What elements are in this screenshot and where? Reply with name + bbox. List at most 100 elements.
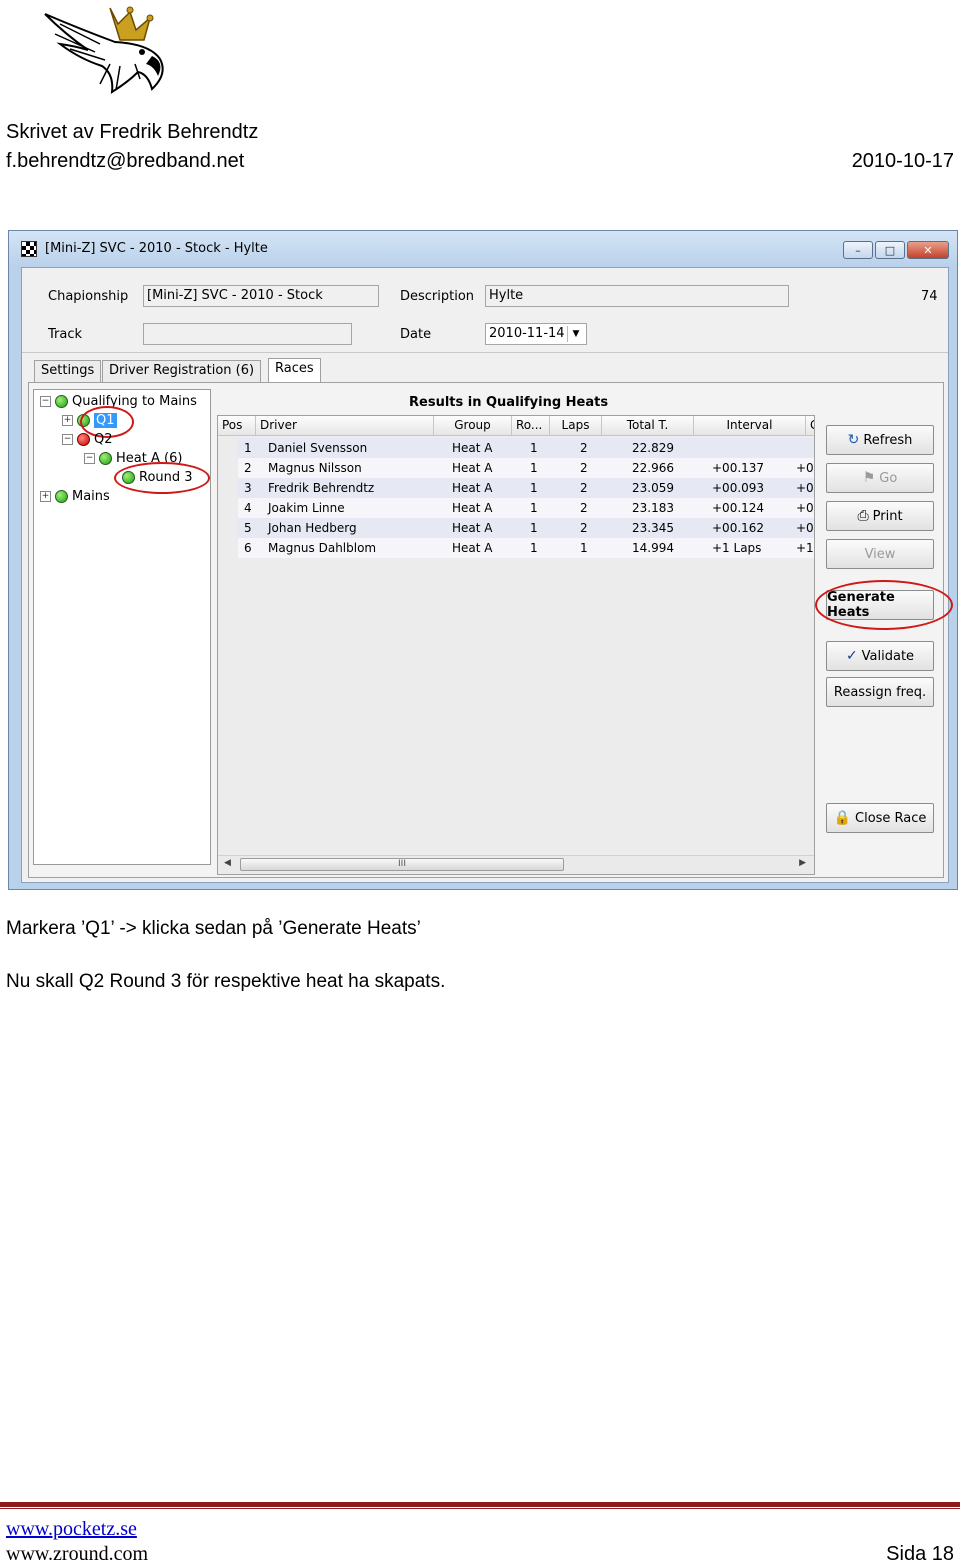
- cell-laps: 2: [580, 521, 588, 535]
- cell-laps: 2: [580, 501, 588, 515]
- maximize-button[interactable]: □: [875, 241, 905, 259]
- status-green-icon: [55, 490, 68, 503]
- go-label: Go: [879, 470, 898, 486]
- cell-laps: 2: [580, 481, 588, 495]
- championship-field[interactable]: [Mini-Z] SVC - 2010 - Stock: [143, 285, 379, 307]
- cell-laps: 2: [580, 441, 588, 455]
- table-row[interactable]: 1 Daniel Svensson Heat A 1 2 22.829: [238, 438, 814, 458]
- column-header-laps[interactable]: Laps: [550, 416, 602, 436]
- date-picker[interactable]: 2010-11-14 ▼: [485, 323, 587, 345]
- reassign-freq-label: Reassign freq.: [833, 684, 927, 700]
- validate-button[interactable]: ✓ Validate: [826, 641, 934, 671]
- checkmark-icon: ✓: [845, 648, 858, 664]
- collapse-icon[interactable]: −: [84, 453, 95, 464]
- cell-group: Heat A: [452, 441, 493, 455]
- column-header-round[interactable]: Ro...: [512, 416, 550, 436]
- cell-round: 1: [530, 481, 538, 495]
- column-header-pos[interactable]: Pos: [218, 416, 256, 436]
- cell-laps: 1: [580, 541, 588, 555]
- print-button[interactable]: ⎙ Print: [826, 501, 934, 531]
- expand-icon[interactable]: +: [62, 415, 73, 426]
- results-grid: Pos Driver Group Ro... Laps Total T. Int…: [217, 415, 815, 875]
- tree-node-q2[interactable]: − Q2: [62, 432, 113, 447]
- cell-interval: +1 Laps: [712, 541, 762, 555]
- column-header-gap[interactable]: G: [806, 416, 814, 436]
- cell-pos: 1: [244, 441, 252, 455]
- table-row[interactable]: 5 Johan Hedberg Heat A 1 2 23.345 +00.162 +00: [238, 518, 814, 538]
- column-header-driver[interactable]: Driver: [256, 416, 434, 436]
- table-row[interactable]: 6 Magnus Dahlblom Heat A 1 1 14.994 +1 Laps +1: [238, 538, 814, 558]
- race-tree: − Qualifying to Mains + Q1 − Q2 − Heat A…: [33, 389, 211, 865]
- column-header-group[interactable]: Group: [434, 416, 512, 436]
- print-label: Print: [872, 508, 903, 524]
- application-window: [Mini-Z] SVC - 2010 - Stock - Hylte – □ …: [8, 230, 958, 890]
- scroll-right-icon[interactable]: ▶: [799, 858, 806, 868]
- table-row[interactable]: 4 Joakim Linne Heat A 1 2 23.183 +00.124 +00: [238, 498, 814, 518]
- highlight-ring-generate-heats: [815, 580, 953, 630]
- dropdown-arrow-icon[interactable]: ▼: [567, 326, 584, 342]
- expand-icon[interactable]: +: [40, 491, 51, 502]
- cell-group: Heat A: [452, 481, 493, 495]
- table-row[interactable]: 2 Magnus Nilsson Heat A 1 2 22.966 +00.137 +00: [238, 458, 814, 478]
- reassign-freq-button[interactable]: Reassign freq.: [826, 677, 934, 707]
- cell-pos: 5: [244, 521, 252, 535]
- cell-total-time: 22.829: [632, 441, 674, 455]
- status-green-icon: [99, 452, 112, 465]
- cell-pos: 4: [244, 501, 252, 515]
- tab-races[interactable]: Races: [268, 358, 321, 383]
- track-field[interactable]: [143, 323, 352, 345]
- refresh-button[interactable]: ↻ Refresh: [826, 425, 934, 455]
- cell-total-time: 23.059: [632, 481, 674, 495]
- checkered-flag-icon: [21, 241, 37, 257]
- cell-interval: +00.162: [712, 521, 765, 535]
- window-title: [Mini-Z] SVC - 2010 - Stock - Hylte: [45, 241, 268, 256]
- footer-rule: [0, 1502, 960, 1507]
- printer-icon: ⎙: [857, 508, 869, 524]
- close-race-button[interactable]: 🔒 Close Race: [826, 803, 934, 833]
- cell-pos: 6: [244, 541, 252, 555]
- cell-driver: Magnus Dahlblom: [268, 541, 377, 555]
- scrollbar-thumb[interactable]: III: [240, 858, 564, 871]
- column-header-interval[interactable]: Interval: [694, 416, 806, 436]
- cell-gap: +00: [796, 481, 814, 495]
- cell-total-time: 22.966: [632, 461, 674, 475]
- cell-interval: +00.137: [712, 461, 765, 475]
- view-button[interactable]: View: [826, 539, 934, 569]
- results-title: Results in Qualifying Heats: [409, 395, 609, 410]
- close-window-button[interactable]: ✕: [907, 241, 949, 259]
- refresh-label: Refresh: [863, 432, 913, 448]
- cell-driver: Fredrik Behrendtz: [268, 481, 375, 495]
- cell-group: Heat A: [452, 521, 493, 535]
- column-header-total-time[interactable]: Total T.: [602, 416, 694, 436]
- cell-interval: +00.093: [712, 481, 765, 495]
- tree-label-qualifying: Qualifying to Mains: [72, 394, 197, 409]
- tab-settings[interactable]: Settings: [34, 360, 102, 382]
- tree-label-q2: Q2: [94, 432, 113, 447]
- page-number: Sida 18: [886, 1543, 954, 1565]
- table-row[interactable]: 3 Fredrik Behrendtz Heat A 1 2 23.059 +00.093 +…: [238, 478, 814, 498]
- cell-total-time: 23.345: [632, 521, 674, 535]
- description-field[interactable]: Hylte: [485, 285, 789, 307]
- tab-driver-registration[interactable]: Driver Registration (6): [102, 360, 262, 382]
- description-label: Description: [400, 289, 475, 304]
- cell-gap: +00: [796, 521, 814, 535]
- tree-node-mains[interactable]: + Mains: [40, 489, 110, 504]
- lock-icon: 🔒: [833, 810, 852, 826]
- status-red-icon: [77, 433, 90, 446]
- cell-gap: +00: [796, 461, 814, 475]
- cell-round: 1: [530, 541, 538, 555]
- date-value: 2010-11-14: [489, 326, 565, 341]
- scroll-left-icon[interactable]: ◀: [224, 858, 231, 868]
- championship-label: Chapionship: [48, 289, 129, 304]
- form-separator: [22, 352, 948, 353]
- go-button[interactable]: ⚑ Go: [826, 463, 934, 493]
- collapse-icon[interactable]: −: [62, 434, 73, 445]
- footer-link-pocketz[interactable]: www.pocketz.se: [6, 1518, 137, 1541]
- validate-label: Validate: [861, 648, 915, 664]
- minimize-button[interactable]: –: [843, 241, 873, 259]
- cell-pos: 2: [244, 461, 252, 475]
- races-panel: − Qualifying to Mains + Q1 − Q2 − Heat A…: [28, 382, 953, 878]
- title-bar: [Mini-Z] SVC - 2010 - Stock - Hylte – □ …: [9, 231, 957, 267]
- horizontal-scrollbar[interactable]: ◀ III ▶: [218, 855, 814, 874]
- collapse-icon[interactable]: −: [40, 396, 51, 407]
